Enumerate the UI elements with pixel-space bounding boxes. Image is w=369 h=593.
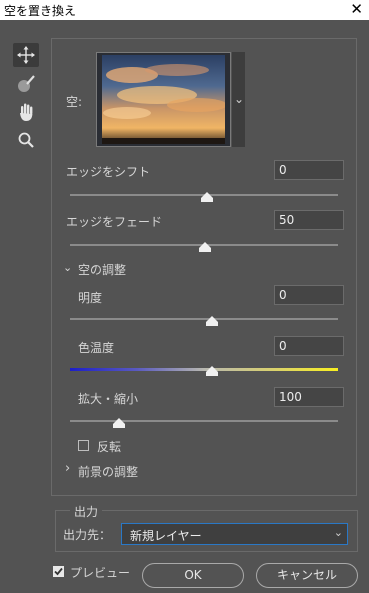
sky-preset-thumbnail[interactable] (96, 52, 231, 147)
shift-edge-slider[interactable] (201, 192, 213, 202)
output-to-label: 出力先： (63, 528, 112, 542)
shift-edge-label: エッジをシフト (66, 165, 151, 179)
cancel-button[interactable]: キャンセル (256, 563, 358, 588)
zoom-icon[interactable] (13, 128, 39, 152)
sky-adjust-header[interactable]: 空の調整 (78, 261, 126, 278)
chevron-right-icon[interactable]: › (65, 461, 70, 476)
close-icon[interactable]: ✕ (350, 0, 363, 18)
temperature-slider[interactable] (206, 366, 218, 376)
shift-edge-input[interactable]: 0 (274, 160, 344, 180)
flip-checkbox[interactable] (78, 440, 89, 451)
preview-label: プレビュー (70, 566, 131, 580)
brightness-label: 明度 (78, 291, 103, 305)
fade-edge-label: エッジをフェード (66, 215, 163, 229)
brightness-track (70, 318, 338, 320)
fade-edge-slider[interactable] (199, 242, 211, 252)
sky-label: 空: (66, 95, 83, 109)
scale-track (70, 420, 338, 422)
title-bar: 空を置き換え ✕ (0, 0, 369, 20)
output-to-select[interactable]: 新規レイヤー ⌄ (121, 523, 348, 545)
scale-input[interactable]: 100 (274, 387, 344, 407)
foreground-adjust-header[interactable]: 前景の調整 (78, 463, 138, 480)
flip-label: 反転 (97, 440, 122, 454)
chevron-down-icon: ⌄ (234, 92, 245, 106)
temperature-input[interactable]: 0 (274, 336, 344, 356)
scale-label: 拡大・縮小 (78, 392, 139, 406)
sky-brush-icon[interactable] (13, 72, 39, 96)
output-to-value: 新規レイヤー (130, 529, 202, 543)
chevron-down-icon[interactable]: ⌄ (63, 261, 72, 274)
chevron-down-icon: ⌄ (333, 526, 343, 539)
move-tool-icon[interactable] (13, 43, 39, 67)
temperature-gradient-track (70, 368, 338, 371)
sky-preset-dropdown[interactable]: ⌄ (232, 52, 245, 147)
brightness-input[interactable]: 0 (274, 285, 344, 305)
temperature-label: 色温度 (78, 341, 115, 355)
ok-button[interactable]: OK (142, 563, 244, 588)
hand-icon[interactable] (13, 100, 39, 124)
window-title: 空を置き換え (4, 4, 77, 18)
sky-image (102, 55, 225, 144)
brightness-slider[interactable] (206, 316, 218, 326)
checkmark-icon (54, 567, 63, 576)
scale-slider[interactable] (113, 418, 125, 428)
preview-checkbox[interactable] (53, 566, 64, 577)
fade-edge-input[interactable]: 50 (274, 210, 344, 230)
output-group-title: 出力 (70, 503, 103, 520)
tool-bar (0, 20, 50, 540)
